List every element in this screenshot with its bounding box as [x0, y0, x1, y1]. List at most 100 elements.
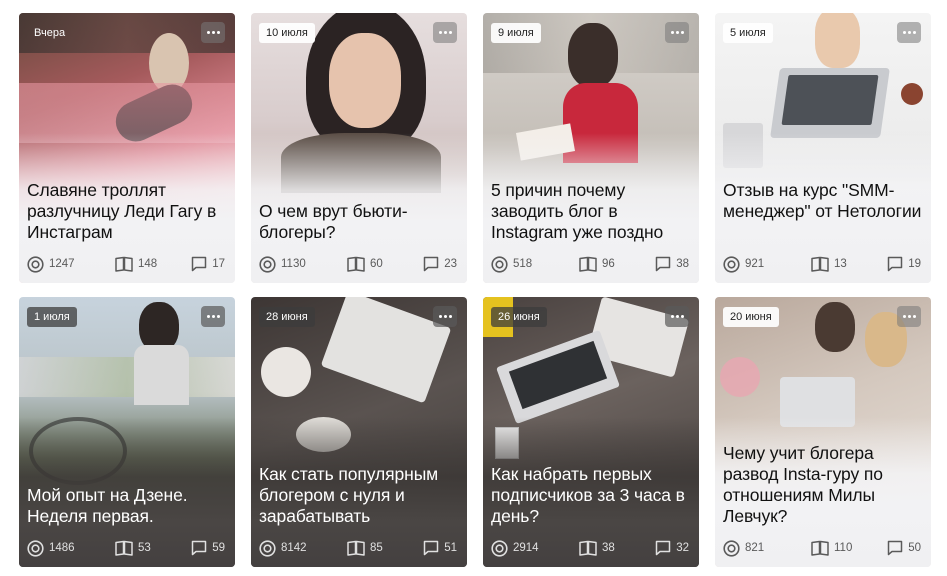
- more-dots-icon[interactable]: [665, 306, 689, 327]
- reads-count: 85: [370, 542, 383, 554]
- book-icon: [347, 540, 365, 556]
- article-card[interactable]: 5 июля Отзыв на курс "SMM-менеджер" от Н…: [715, 13, 931, 283]
- reads-count: 60: [370, 258, 383, 270]
- more-dots-icon[interactable]: [897, 22, 921, 43]
- reads-count: 96: [602, 258, 615, 270]
- article-stats: 1130 60 23: [259, 255, 457, 273]
- date-badge: 5 июля: [723, 23, 773, 43]
- comments-stat[interactable]: 59: [191, 539, 225, 557]
- views-stat: 518: [491, 255, 532, 273]
- comments-count: 38: [676, 258, 689, 270]
- article-title[interactable]: Как стать популярным блогером с нуля и з…: [259, 464, 459, 527]
- views-count: 1130: [281, 258, 306, 270]
- comment-icon: [655, 540, 671, 556]
- reads-stat: 110: [811, 539, 852, 557]
- article-stats: 2914 38 32: [491, 539, 689, 557]
- comments-count: 50: [908, 542, 921, 554]
- eye-icon: [491, 255, 508, 273]
- comments-count: 19: [908, 258, 921, 270]
- comments-stat[interactable]: 38: [655, 255, 689, 273]
- article-title[interactable]: 5 причин почему заводить блог в Instagra…: [491, 180, 691, 243]
- book-icon: [811, 540, 829, 556]
- more-dots-icon[interactable]: [665, 22, 689, 43]
- article-card[interactable]: 26 июня Как набрать первых подписчиков з…: [483, 297, 699, 567]
- views-stat: 1486: [27, 539, 75, 557]
- comments-count: 32: [676, 542, 689, 554]
- article-stats: 518 96 38: [491, 255, 689, 273]
- more-dots-icon[interactable]: [433, 306, 457, 327]
- date-badge: 20 июня: [723, 307, 779, 327]
- more-dots-icon[interactable]: [897, 306, 921, 327]
- date-badge: 28 июня: [259, 307, 315, 327]
- article-card[interactable]: Вчера Славяне троллят разлучницу Леди Га…: [19, 13, 235, 283]
- book-icon: [115, 256, 133, 272]
- article-stats: 1486 53 59: [27, 539, 225, 557]
- comment-icon: [191, 256, 207, 272]
- views-count: 8142: [281, 542, 307, 554]
- article-card[interactable]: 20 июня Чему учит блогера развод Insta-г…: [715, 297, 931, 567]
- reads-count: 38: [602, 542, 615, 554]
- eye-icon: [723, 539, 740, 557]
- date-badge: Вчера: [34, 27, 66, 39]
- date-badge: 26 июня: [491, 307, 547, 327]
- reads-stat: 53: [115, 539, 151, 557]
- article-title[interactable]: Как набрать первых подписчиков за 3 часа…: [491, 464, 691, 527]
- reads-count: 53: [138, 542, 151, 554]
- comments-count: 23: [444, 258, 457, 270]
- reads-stat: 60: [347, 255, 383, 273]
- views-count: 921: [745, 258, 765, 270]
- article-title[interactable]: Чему учит блогера развод Insta-гуру по о…: [723, 443, 923, 527]
- date-badge: 1 июля: [27, 307, 77, 327]
- reads-count: 148: [138, 258, 158, 270]
- eye-icon: [491, 539, 508, 557]
- book-icon: [115, 540, 133, 556]
- article-card[interactable]: 9 июля 5 причин почему заводить блог в I…: [483, 13, 699, 283]
- comments-stat[interactable]: 19: [887, 255, 921, 273]
- article-title[interactable]: Отзыв на курс "SMM-менеджер" от Нетологи…: [723, 180, 923, 222]
- article-stats: 1247 148 17: [27, 255, 225, 273]
- views-stat: 1247: [27, 255, 75, 273]
- more-dots-icon[interactable]: [201, 306, 225, 327]
- article-card[interactable]: 10 июля О чем врут бьюти-блогеры? 1130 6…: [251, 13, 467, 283]
- book-icon: [811, 256, 829, 272]
- views-count: 1247: [49, 258, 75, 270]
- article-stats: 8142 85 51: [259, 539, 457, 557]
- comments-stat[interactable]: 17: [191, 255, 225, 273]
- reads-stat: 85: [347, 539, 383, 557]
- article-title[interactable]: Мой опыт на Дзене. Неделя первая.: [27, 485, 227, 527]
- views-count: 1486: [49, 542, 75, 554]
- article-stats: 821 110 50: [723, 539, 921, 557]
- comments-stat[interactable]: 32: [655, 539, 689, 557]
- article-title[interactable]: О чем врут бьюти-блогеры?: [259, 201, 459, 243]
- more-dots-icon[interactable]: [201, 22, 225, 43]
- comment-icon: [887, 540, 903, 556]
- comments-stat[interactable]: 23: [423, 255, 457, 273]
- reads-stat: 38: [579, 539, 615, 557]
- comments-stat[interactable]: 51: [423, 539, 457, 557]
- reads-count: 110: [834, 542, 853, 554]
- comment-icon: [887, 256, 903, 272]
- comments-stat[interactable]: 50: [887, 539, 921, 557]
- comments-count: 51: [444, 542, 457, 554]
- eye-icon: [723, 255, 740, 273]
- comment-icon: [423, 540, 439, 556]
- book-icon: [347, 256, 365, 272]
- reads-stat: 96: [579, 255, 615, 273]
- comments-count: 17: [212, 258, 225, 270]
- article-stats: 921 13 19: [723, 255, 921, 273]
- more-dots-icon[interactable]: [433, 22, 457, 43]
- article-grid: Вчера Славяне троллят разлучницу Леди Га…: [0, 0, 947, 576]
- reads-count: 13: [834, 258, 847, 270]
- views-stat: 2914: [491, 539, 539, 557]
- article-card[interactable]: 28 июня Как стать популярным блогером с …: [251, 297, 467, 567]
- reads-stat: 13: [811, 255, 847, 273]
- eye-icon: [27, 539, 44, 557]
- article-card[interactable]: 1 июля Мой опыт на Дзене. Неделя первая.…: [19, 297, 235, 567]
- comment-icon: [191, 540, 207, 556]
- reads-stat: 148: [115, 255, 157, 273]
- comment-icon: [655, 256, 671, 272]
- eye-icon: [259, 255, 276, 273]
- date-badge: 10 июля: [259, 23, 315, 43]
- article-title[interactable]: Славяне троллят разлучницу Леди Гагу в И…: [27, 180, 227, 243]
- views-stat: 821: [723, 539, 764, 557]
